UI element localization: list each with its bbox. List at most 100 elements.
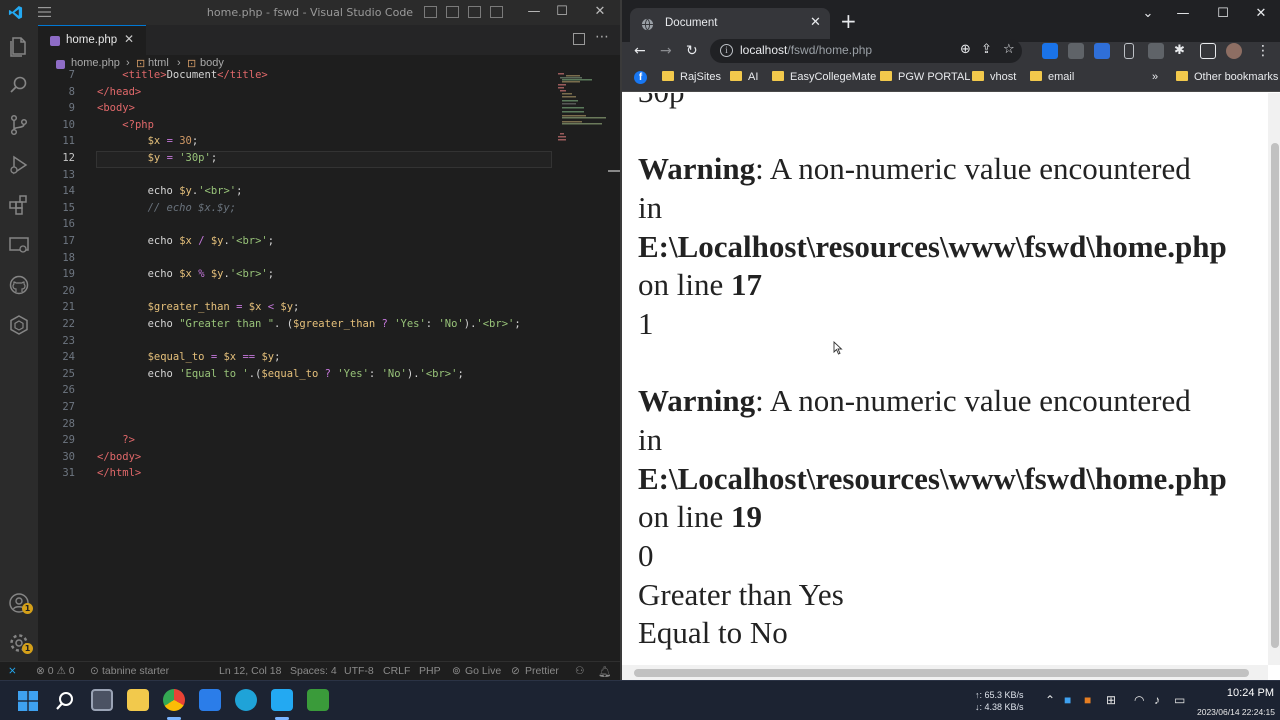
code-line[interactable]: 28 — [38, 418, 620, 435]
extensions-icon[interactable] — [7, 193, 31, 217]
code-editor[interactable]: 7 <title>Document</title> 8 </head> 9 <body>… — [38, 69, 620, 661]
tabnine-status[interactable]: tabnine starter — [102, 665, 169, 677]
close-window-icon[interactable]: ✕ — [1246, 6, 1276, 21]
maximize-icon[interactable]: ☐ — [550, 2, 574, 22]
photos-app-icon[interactable] — [199, 689, 221, 711]
page-vertical-scrollbar[interactable] — [1268, 93, 1280, 665]
end-of-line[interactable]: CRLF — [383, 665, 410, 677]
code-line[interactable]: 30 </body> — [38, 451, 620, 468]
code-line[interactable]: 29 ?> — [38, 434, 620, 451]
code-line[interactable]: 15 // echo $x.$y; — [38, 202, 620, 219]
code-line[interactable]: 22 echo "Greater than ". ($greater_than … — [38, 318, 620, 335]
tabnine-icon[interactable] — [7, 313, 31, 337]
more-actions-icon[interactable]: ⋯ — [595, 29, 609, 45]
code-line[interactable]: 25 echo 'Equal to '.($equal_to ? 'Yes': … — [38, 368, 620, 385]
remote-explorer-icon[interactable] — [7, 233, 31, 257]
scrollbar-thumb[interactable] — [634, 669, 1249, 677]
notifications-icon[interactable]: 🔔︎ — [598, 665, 611, 678]
reload-icon[interactable]: ↻ — [686, 43, 698, 59]
volume-icon[interactable]: ♪ — [1154, 693, 1160, 707]
code-line[interactable]: 11 $x = 30; — [38, 135, 620, 152]
tab-close-icon[interactable]: ✕ — [124, 32, 134, 46]
code-line[interactable]: 23 — [38, 335, 620, 352]
profile-avatar[interactable] — [1226, 43, 1242, 59]
bookmark-folder[interactable]: vhost — [972, 71, 1016, 83]
restore-icon[interactable]: ☐ — [1208, 6, 1238, 21]
new-tab-icon[interactable]: + — [840, 9, 857, 33]
remote-indicator-icon[interactable]: ⨯ — [8, 665, 17, 677]
explorer-icon[interactable] — [7, 35, 31, 59]
code-line[interactable]: 14 echo $y.'<br>'; — [38, 185, 620, 202]
tab-search-icon[interactable]: ⌄ — [1133, 6, 1163, 21]
edge-icon[interactable] — [235, 689, 257, 711]
share-icon[interactable]: ⇪ — [981, 42, 992, 57]
search-icon[interactable] — [54, 690, 76, 712]
code-line[interactable]: 10 <?php — [38, 119, 620, 136]
page-horizontal-scrollbar[interactable] — [622, 665, 1268, 680]
minimize-icon[interactable]: — — [522, 2, 546, 22]
code-line[interactable]: 18 — [38, 252, 620, 269]
browser-tab-document[interactable]: Document ✕ — [630, 8, 830, 42]
bookmark-folder[interactable]: email — [1030, 71, 1074, 83]
breadcrumb-html[interactable]: html — [148, 57, 169, 69]
cursor-position[interactable]: Ln 12, Col 18 — [219, 665, 281, 677]
site-info-icon[interactable]: i — [720, 44, 733, 57]
back-arrow-icon[interactable]: ← — [634, 43, 646, 59]
search-icon[interactable] — [7, 73, 31, 97]
extension-grid-icon[interactable] — [1148, 43, 1164, 59]
windows-start-icon[interactable] — [18, 691, 38, 711]
code-line[interactable]: 9 <body> — [38, 102, 620, 119]
customize-layout-icon[interactable] — [490, 6, 503, 18]
toggle-secondary-sidebar-icon[interactable] — [468, 6, 481, 18]
minimize-icon[interactable]: — — [1168, 6, 1198, 21]
indentation[interactable]: Spaces: 4 — [290, 665, 337, 677]
extension-camera-icon[interactable] — [1068, 43, 1084, 59]
address-bar[interactable]: i localhost/fswd/home.php ⊕ ⇪ ☆ — [710, 39, 1022, 63]
go-live-button[interactable]: Go Live — [465, 665, 501, 677]
minimap[interactable] — [558, 73, 608, 143]
bookmark-folder[interactable]: AI — [730, 71, 758, 83]
tray-app-icon[interactable]: ⊞ — [1106, 693, 1116, 707]
code-line[interactable]: 20 — [38, 285, 620, 302]
encoding[interactable]: UTF-8 — [344, 665, 374, 677]
show-hidden-icons-icon[interactable]: ⌃ — [1045, 693, 1055, 707]
code-line[interactable]: 13 — [38, 169, 620, 186]
code-line[interactable]: 26 — [38, 384, 620, 401]
chrome-menu-icon[interactable]: ⋮ — [1256, 43, 1270, 59]
language-mode[interactable]: PHP — [419, 665, 441, 677]
close-window-icon[interactable]: ✕ — [588, 2, 612, 22]
wifi-icon[interactable]: ◠ — [1134, 693, 1144, 707]
github-icon[interactable] — [7, 273, 31, 297]
source-control-icon[interactable] — [7, 113, 31, 137]
zoom-icon[interactable]: ⊕ — [960, 42, 971, 57]
editor-tab-home-php[interactable]: home.php ✕ — [38, 25, 146, 55]
url-text[interactable]: localhost/fswd/home.php — [740, 43, 872, 57]
split-editor-icon[interactable] — [573, 33, 585, 45]
breadcrumb-file[interactable]: home.php — [71, 57, 120, 69]
code-line[interactable]: 8 </head> — [38, 86, 620, 103]
bookmark-folder[interactable]: EasyCollegeMate — [772, 71, 876, 83]
other-bookmarks-folder[interactable]: Other bookmarks — [1176, 71, 1278, 83]
more-bookmarks-icon[interactable]: » — [1152, 71, 1158, 83]
bookmark-folder[interactable]: RajSites — [662, 71, 721, 83]
scrollbar-thumb[interactable] — [1271, 143, 1279, 648]
run-debug-icon[interactable] — [7, 153, 31, 177]
battery-icon[interactable]: ▭ — [1174, 693, 1185, 707]
forward-arrow-icon[interactable]: → — [660, 43, 672, 59]
code-line[interactable]: 24 $equal_to = $x == $y; — [38, 351, 620, 368]
problems-indicator[interactable]: ⊗ 0 ⚠ 0 — [36, 665, 75, 677]
code-line[interactable]: 12 $y = '30p'; — [38, 151, 620, 169]
breadcrumb-body[interactable]: body — [200, 57, 224, 69]
chrome-taskbar-icon[interactable] — [163, 689, 185, 711]
task-view-icon[interactable] — [91, 689, 113, 711]
side-panel-icon[interactable] — [1200, 43, 1216, 59]
code-line[interactable]: 19 echo $x % $y.'<br>'; — [38, 268, 620, 285]
tray-app-icon[interactable]: ■ — [1084, 693, 1091, 707]
extensions-puzzle-icon[interactable]: ✱ — [1174, 43, 1190, 59]
extension-fi-icon[interactable] — [1042, 43, 1058, 59]
code-line[interactable]: 17 echo $x / $y.'<br>'; — [38, 235, 620, 252]
facebook-icon[interactable]: f — [634, 71, 647, 84]
file-explorer-icon[interactable] — [127, 689, 149, 711]
close-tab-icon[interactable]: ✕ — [810, 15, 821, 30]
notepad-plus-icon[interactable] — [307, 689, 329, 711]
